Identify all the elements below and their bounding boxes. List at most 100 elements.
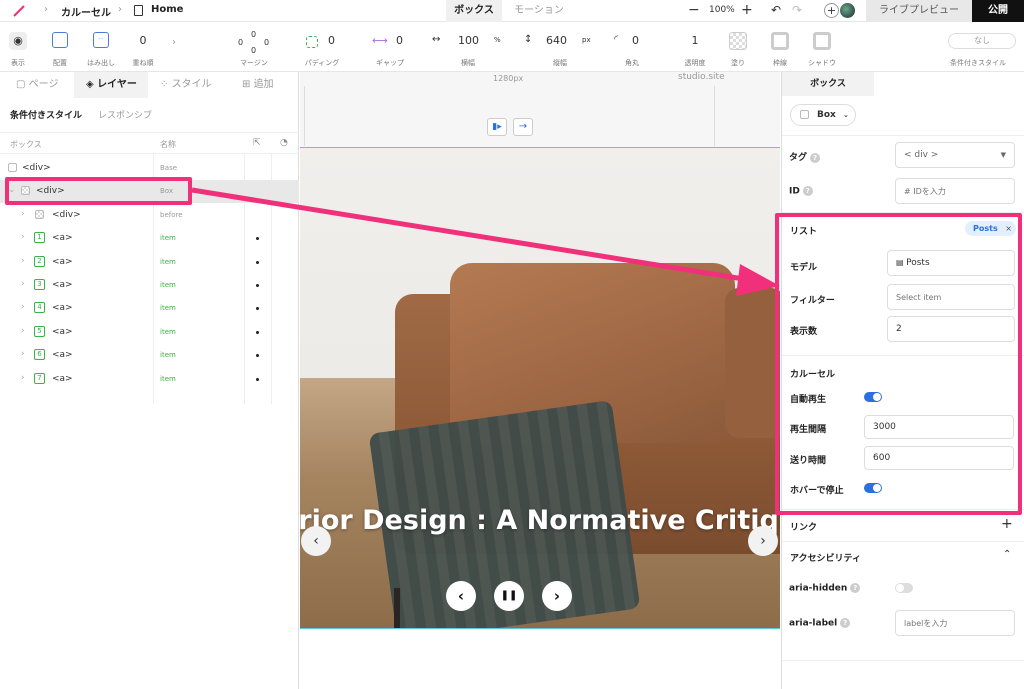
- help-icon[interactable]: ?: [802, 186, 813, 196]
- fill-control[interactable]: 塗り: [726, 32, 750, 67]
- layer-row[interactable]: › 5 <a> item: [0, 321, 299, 344]
- layer-tag: <div>: [22, 163, 51, 173]
- shadow-icon: [813, 32, 831, 50]
- chevron-right-icon[interactable]: ›: [21, 302, 25, 312]
- add-collaborator-button[interactable]: +: [824, 3, 839, 18]
- chevron-right-icon[interactable]: ›: [21, 256, 25, 266]
- layer-name: item: [160, 327, 176, 336]
- box-icon: [800, 110, 809, 119]
- opacity-control[interactable]: 1 透明度: [680, 34, 710, 67]
- conditional-style-label: 条件付きスタイル: [950, 59, 1006, 67]
- ruler-label: 1280px: [493, 74, 524, 83]
- chevron-right-icon[interactable]: ›: [21, 209, 25, 219]
- highlight-list-settings: [775, 213, 1022, 515]
- divider: [782, 660, 1024, 661]
- align-start-button[interactable]: ▮▸: [487, 118, 507, 136]
- caret-down-icon: ▼: [1000, 151, 1006, 159]
- carousel-prev-button[interactable]: ‹: [301, 526, 331, 556]
- box-icon: [8, 163, 17, 172]
- layer-tag: <a>: [52, 350, 73, 361]
- visibility-icon: ◔: [280, 138, 288, 148]
- border-icon: [771, 32, 789, 50]
- layer-row[interactable]: › 7 <a> item: [0, 368, 299, 391]
- top-bar: › カルーセル › Home ボックス モーション − 100% + ↶ ↷ +…: [0, 0, 1024, 22]
- tab-box[interactable]: ボックス: [446, 0, 502, 22]
- publish-button[interactable]: 公開: [972, 0, 1024, 22]
- zoom-in-button[interactable]: +: [741, 2, 753, 18]
- help-icon[interactable]: ?: [840, 618, 851, 628]
- link-number-icon: 4: [34, 302, 45, 314]
- binding-dot: [256, 330, 259, 334]
- layer-tag: <a>: [52, 256, 73, 267]
- canvas-header-area: [300, 72, 780, 147]
- canvas-bottom: [300, 630, 780, 689]
- width-icon: ↔: [432, 34, 441, 45]
- chevron-right-icon[interactable]: ›: [21, 349, 25, 359]
- radius-icon: ◜: [614, 34, 618, 45]
- conditional-style-toggle[interactable]: なし: [948, 33, 1016, 49]
- zoom-level[interactable]: 100%: [709, 5, 735, 15]
- carousel-next-button[interactable]: ›: [748, 526, 778, 556]
- tab-add[interactable]: ⊞ 追加: [242, 72, 274, 98]
- site-label: studio.site: [678, 72, 725, 82]
- slide-title: erior Design : A Normative Critique: [300, 505, 780, 536]
- pause-button[interactable]: ❚❚: [494, 581, 524, 611]
- add-link-button[interactable]: +: [1001, 516, 1013, 532]
- tab-page[interactable]: ▢ ページ: [16, 72, 58, 98]
- add-icon: ⊞: [242, 79, 254, 90]
- chevron-right-icon[interactable]: ›: [21, 373, 25, 383]
- binding-dot: [256, 377, 259, 381]
- direction-button[interactable]: →: [513, 118, 533, 136]
- layer-tag: <a>: [52, 326, 73, 337]
- element-type-select[interactable]: Box ⌄: [790, 104, 856, 126]
- layer-name: item: [160, 234, 176, 243]
- breadcrumb-page[interactable]: Home: [151, 4, 183, 15]
- layers-icon: ◈: [86, 79, 98, 90]
- layout-control[interactable]: 配置: [46, 32, 74, 67]
- layer-name: item: [160, 281, 176, 289]
- link-number-icon: 6: [34, 349, 45, 361]
- id-input[interactable]: [895, 178, 1015, 204]
- shadow-control[interactable]: シャドウ: [808, 32, 836, 67]
- tag-select[interactable]: < div > ▼: [895, 142, 1015, 168]
- link-label: リンク: [790, 523, 818, 533]
- layer-tag: <div>: [52, 209, 81, 220]
- live-preview-button[interactable]: ライブプレビュー: [866, 0, 972, 22]
- chevron-right-icon[interactable]: ›: [21, 279, 25, 289]
- chevron-right-icon[interactable]: ›: [21, 232, 25, 242]
- aria-hidden-toggle[interactable]: [895, 583, 913, 593]
- layer-tag: <a>: [52, 233, 73, 244]
- show-control[interactable]: ◉ 表示: [4, 32, 32, 67]
- chevron-right-icon[interactable]: ›: [21, 326, 25, 336]
- chevron-down-icon: ⌄: [843, 111, 849, 119]
- breadcrumb-project[interactable]: カルーセル: [61, 4, 111, 19]
- subtab-conditional[interactable]: 条件付きスタイル: [10, 108, 82, 121]
- subtab-responsive[interactable]: レスポンシブ: [98, 108, 152, 121]
- layer-row[interactable]: › 4 <a> item: [0, 297, 299, 320]
- help-icon[interactable]: ?: [810, 152, 821, 163]
- slide-next-button[interactable]: ›: [542, 581, 572, 611]
- chevron-right-icon: ›: [118, 4, 122, 15]
- border-control[interactable]: 枠線: [768, 32, 792, 67]
- tab-motion[interactable]: モーション: [502, 0, 576, 22]
- pencil-icon[interactable]: [12, 4, 26, 18]
- canvas[interactable]: 1280px studio.site ▮▸ → erior Design : A…: [300, 72, 780, 689]
- tab-box-properties[interactable]: ボックス: [782, 72, 874, 96]
- height-icon: ↕: [524, 34, 533, 45]
- aria-label-input[interactable]: [895, 610, 1015, 636]
- redo-icon[interactable]: ↷: [792, 3, 802, 17]
- overflow-control[interactable]: ⋯ はみ出し: [84, 32, 118, 67]
- help-icon[interactable]: ?: [850, 583, 861, 593]
- layer-row[interactable]: › 6 <a> item: [0, 344, 299, 367]
- undo-icon[interactable]: ↶: [771, 3, 781, 17]
- margin-control[interactable]: 0 0 0 0 マージン: [234, 30, 274, 70]
- tab-style[interactable]: ⁘ スタイル: [160, 72, 212, 98]
- layer-name: item: [160, 257, 176, 266]
- avatar[interactable]: [840, 3, 855, 18]
- slide-prev-button[interactable]: ‹: [446, 581, 476, 611]
- tab-layers[interactable]: ◈ レイヤー: [74, 72, 148, 98]
- zoom-out-button[interactable]: −: [688, 2, 700, 18]
- guide-line: [304, 86, 305, 146]
- chevron-up-icon[interactable]: ⌃: [1003, 549, 1011, 560]
- zindex-control[interactable]: 0 重ね順: [128, 34, 158, 67]
